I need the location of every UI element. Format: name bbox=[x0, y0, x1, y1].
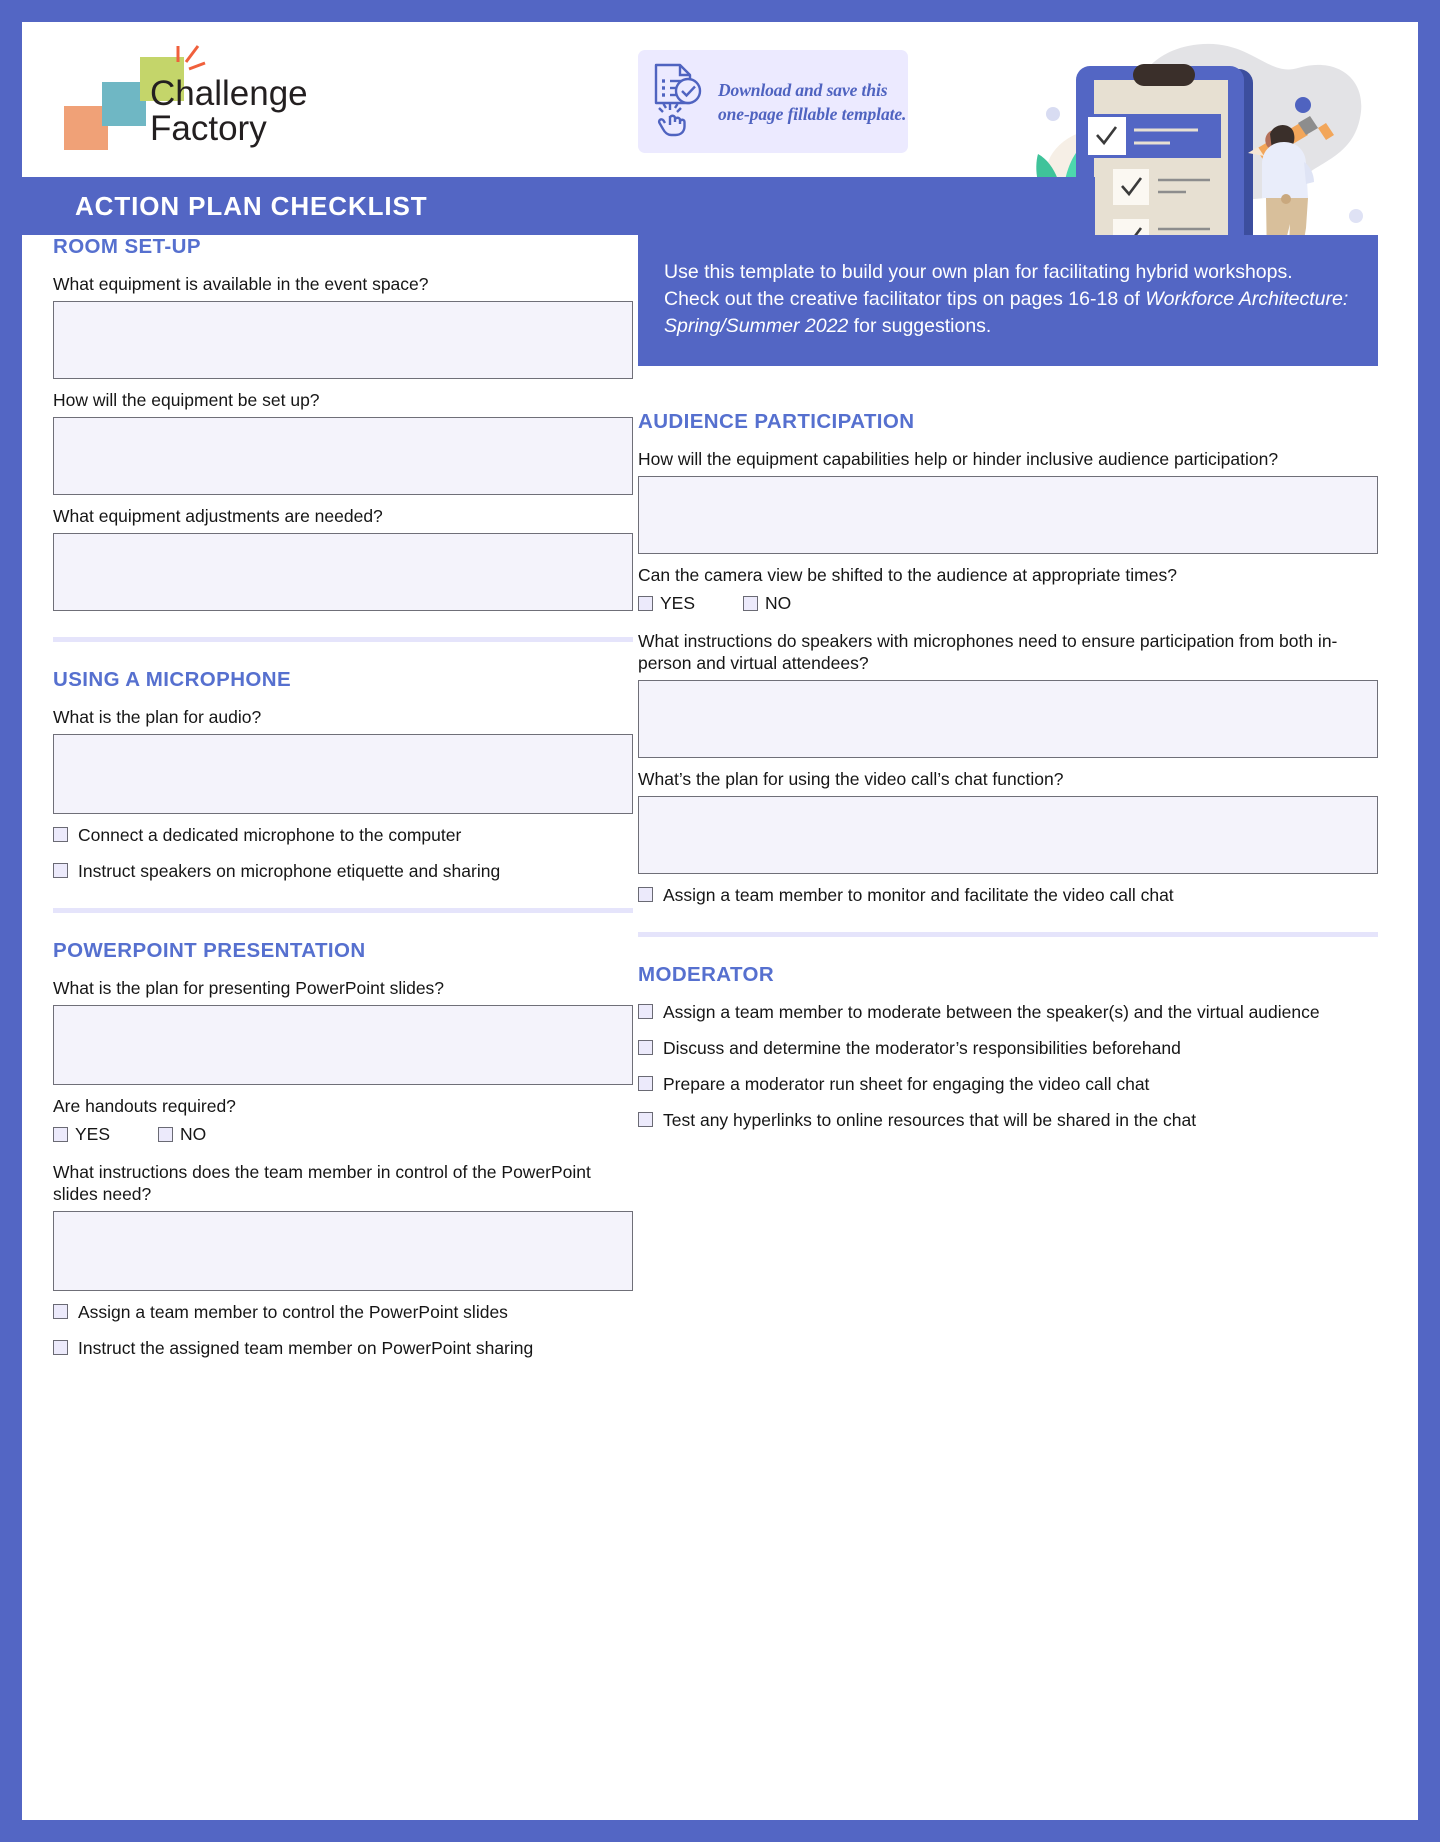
checklist-item-label: Prepare a moderator run sheet for engagi… bbox=[663, 1074, 1150, 1094]
section-audience-participation: AUDIENCE PARTICIPATION How will the equi… bbox=[638, 410, 1378, 906]
answer-field-chat-function-plan[interactable] bbox=[638, 796, 1378, 874]
checklist-item-label: Discuss and determine the moderator’s re… bbox=[663, 1038, 1181, 1058]
question-label: What equipment adjustments are needed? bbox=[53, 506, 383, 526]
page-title: ACTION PLAN CHECKLIST bbox=[75, 190, 428, 221]
checkbox-icon[interactable] bbox=[638, 887, 653, 902]
question-label: Can the camera view be shifted to the au… bbox=[638, 565, 1177, 585]
checkbox-icon[interactable] bbox=[638, 1040, 653, 1055]
checkbox-icon[interactable] bbox=[743, 595, 759, 611]
checkbox-icon[interactable] bbox=[638, 1076, 653, 1091]
answer-field-equipment-adjustments[interactable] bbox=[53, 533, 633, 611]
checklist-item-label: Instruct speakers on microphone etiquett… bbox=[78, 861, 501, 881]
section-divider bbox=[53, 908, 633, 913]
callout-text-after: for suggestions. bbox=[848, 315, 992, 337]
section-title-room-set-up: ROOM SET-UP bbox=[53, 235, 201, 258]
section-title-moderator: MODERATOR bbox=[638, 963, 775, 986]
checklist-item[interactable]: Prepare a moderator run sheet for engagi… bbox=[638, 1073, 1378, 1095]
page-header: Challenge Factory Download and save this… bbox=[22, 22, 1418, 267]
question-label: What’s the plan for using the video call… bbox=[638, 769, 1064, 789]
page-background: Challenge Factory Download and save this… bbox=[0, 0, 1440, 1842]
no-label: NO bbox=[765, 593, 792, 613]
checklist-item-label: Test any hyperlinks to online resources … bbox=[663, 1110, 1197, 1130]
checkbox-icon[interactable] bbox=[53, 827, 68, 842]
section-using-a-microphone: USING A MICROPHONE What is the plan for … bbox=[53, 668, 633, 882]
checkbox-icon[interactable] bbox=[158, 1126, 174, 1142]
callout-paragraph: Use this template to build your own plan… bbox=[664, 259, 1352, 340]
download-banner-text: Download and save this one-page fillable… bbox=[718, 79, 907, 124]
checkbox-icon[interactable] bbox=[53, 1126, 68, 1142]
checkbox-icon[interactable] bbox=[638, 1004, 653, 1019]
download-template-banner[interactable]: Download and save this one-page fillable… bbox=[638, 50, 908, 153]
section-moderator: MODERATOR Assign a team member to modera… bbox=[638, 963, 1378, 1131]
section-title-audience-participation: AUDIENCE PARTICIPATION bbox=[638, 410, 915, 433]
section-title-powerpoint-presentation: POWERPOINT PRESENTATION bbox=[53, 939, 366, 962]
document-check-click-icon bbox=[650, 60, 708, 143]
checklist-item[interactable]: Connect a dedicated microphone to the co… bbox=[53, 824, 633, 846]
answer-field-equipment-available[interactable] bbox=[53, 301, 633, 379]
camera-view-yes-option[interactable]: YES bbox=[638, 592, 695, 614]
checkbox-icon[interactable] bbox=[638, 1112, 653, 1127]
checkbox-icon[interactable] bbox=[53, 1304, 68, 1319]
yes-label: YES bbox=[75, 1124, 111, 1144]
question-label: How will the equipment be set up? bbox=[53, 390, 320, 410]
section-title-using-a-microphone: USING A MICROPHONE bbox=[53, 668, 292, 691]
no-label: NO bbox=[180, 1124, 207, 1144]
handouts-yes-option[interactable]: YES bbox=[53, 1123, 110, 1145]
right-column: Use this template to build your own plan… bbox=[638, 235, 1378, 1145]
yes-label: YES bbox=[660, 593, 696, 613]
checklist-item[interactable]: Test any hyperlinks to online resources … bbox=[638, 1109, 1378, 1131]
checkbox-icon[interactable] bbox=[638, 595, 653, 611]
question-label: How will the equipment capabilities help… bbox=[638, 449, 1279, 469]
svg-text:Challenge: Challenge bbox=[150, 74, 308, 113]
answer-field-audio-plan[interactable] bbox=[53, 734, 633, 814]
answer-field-powerpoint-plan[interactable] bbox=[53, 1005, 633, 1085]
checklist-item[interactable]: Instruct the assigned team member on Pow… bbox=[53, 1337, 633, 1359]
question-label: What instructions do speakers with micro… bbox=[638, 631, 1338, 673]
page-body: ROOM SET-UP What equipment is available … bbox=[22, 235, 1418, 1820]
section-divider bbox=[53, 637, 633, 642]
page-title-bar: ACTION PLAN CHECKLIST bbox=[22, 177, 1095, 235]
question-label: What equipment is available in the event… bbox=[53, 274, 429, 294]
instructions-callout: Use this template to build your own plan… bbox=[638, 235, 1378, 366]
checklist-item-label: Assign a team member to moderate between… bbox=[663, 1002, 1320, 1022]
section-divider bbox=[638, 932, 1378, 937]
checklist-item-label: Assign a team member to monitor and faci… bbox=[663, 885, 1174, 905]
checklist-item-label: Assign a team member to control the Powe… bbox=[78, 1302, 508, 1322]
camera-view-yes-no-group: YES NO bbox=[638, 592, 1378, 614]
section-powerpoint-presentation: POWERPOINT PRESENTATION What is the plan… bbox=[53, 939, 633, 1359]
handouts-yes-no-group: YES NO bbox=[53, 1123, 633, 1145]
checklist-item[interactable]: Assign a team member to monitor and faci… bbox=[638, 884, 1378, 906]
handouts-no-option[interactable]: NO bbox=[158, 1123, 206, 1145]
answer-field-equipment-capabilities[interactable] bbox=[638, 476, 1378, 554]
answer-field-equipment-setup[interactable] bbox=[53, 417, 633, 495]
answer-field-speaker-instructions[interactable] bbox=[638, 680, 1378, 758]
section-room-set-up: ROOM SET-UP What equipment is available … bbox=[53, 235, 633, 611]
question-label: What is the plan for audio? bbox=[53, 707, 262, 727]
camera-view-no-option[interactable]: NO bbox=[743, 592, 791, 614]
question-label: What is the plan for presenting PowerPoi… bbox=[53, 978, 445, 998]
checklist-item[interactable]: Assign a team member to control the Powe… bbox=[53, 1301, 633, 1323]
question-label: Are handouts required? bbox=[53, 1096, 236, 1116]
answer-field-powerpoint-instructions[interactable] bbox=[53, 1211, 633, 1291]
checklist-item-label: Connect a dedicated microphone to the co… bbox=[78, 825, 462, 845]
checklist-item[interactable]: Assign a team member to moderate between… bbox=[638, 1001, 1378, 1023]
left-column: ROOM SET-UP What equipment is available … bbox=[53, 235, 633, 1373]
checkbox-icon[interactable] bbox=[53, 863, 68, 878]
checkbox-icon[interactable] bbox=[53, 1340, 68, 1355]
document-sheet: Challenge Factory Download and save this… bbox=[22, 22, 1418, 1820]
checklist-item-label: Instruct the assigned team member on Pow… bbox=[78, 1338, 534, 1358]
checklist-item[interactable]: Instruct speakers on microphone etiquett… bbox=[53, 860, 633, 882]
question-label: What instructions does the team member i… bbox=[53, 1162, 591, 1204]
challenge-factory-logo: Challenge Factory bbox=[62, 44, 322, 154]
svg-text:Factory: Factory bbox=[150, 109, 267, 148]
checklist-item[interactable]: Discuss and determine the moderator’s re… bbox=[638, 1037, 1378, 1059]
